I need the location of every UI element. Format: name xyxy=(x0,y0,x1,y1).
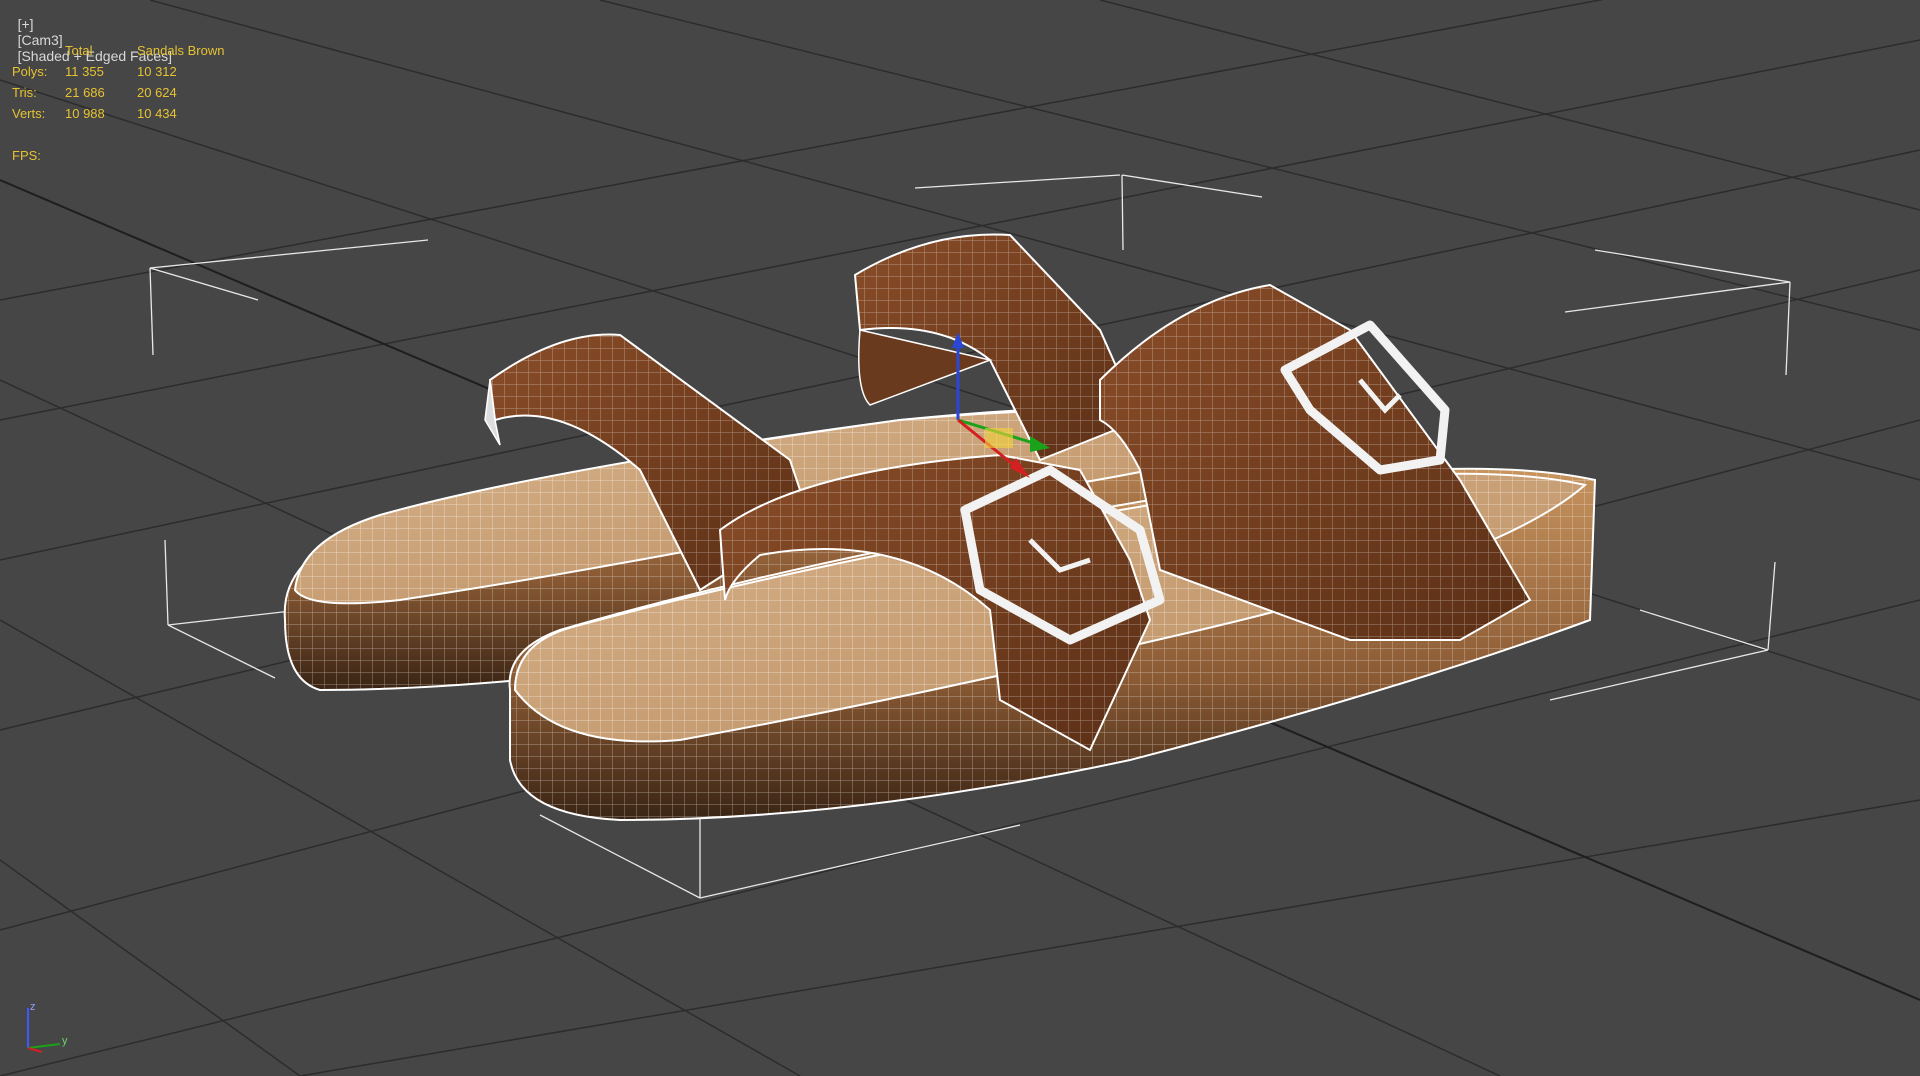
stats-row-polys: Polys: 11 355 10 312 xyxy=(12,61,257,82)
axis-z-label: z xyxy=(30,1001,36,1013)
stats-selected: 20 624 xyxy=(137,85,177,100)
viewport-scene[interactable] xyxy=(0,0,1920,1076)
stats-row-fps: FPS: xyxy=(12,145,257,166)
viewport-plus-menu[interactable]: [+] xyxy=(18,16,34,32)
axis-tripod-icon: z y xyxy=(27,1001,68,1053)
stats-row-verts: Verts: 10 988 10 434 xyxy=(12,103,257,124)
stats-label: Tris: xyxy=(12,85,37,100)
axis-y-label: y xyxy=(62,1035,68,1047)
stats-header-total: Total xyxy=(65,43,93,58)
statistics-overlay: Total Sandals Brown Polys: 11 355 10 312… xyxy=(12,40,257,166)
stats-total: 11 355 xyxy=(65,64,104,79)
stats-header-blank xyxy=(12,40,65,61)
stats-header-selected: Sandals Brown xyxy=(137,43,225,58)
stats-label: Verts: xyxy=(12,106,46,121)
3d-viewport[interactable]: [+] [Cam3] [Shaded + Edged Faces] Total … xyxy=(0,0,1920,1076)
stats-total: 21 686 xyxy=(65,85,105,100)
stats-row-tris: Tris: 21 686 20 624 xyxy=(12,82,257,103)
stats-header-row: Total Sandals Brown xyxy=(12,40,257,61)
stats-selected: 10 434 xyxy=(137,106,177,121)
fps-label: FPS: xyxy=(12,148,41,163)
stats-selected: 10 312 xyxy=(137,64,177,79)
stats-label: Polys: xyxy=(12,64,48,79)
stats-total: 10 988 xyxy=(65,106,105,121)
